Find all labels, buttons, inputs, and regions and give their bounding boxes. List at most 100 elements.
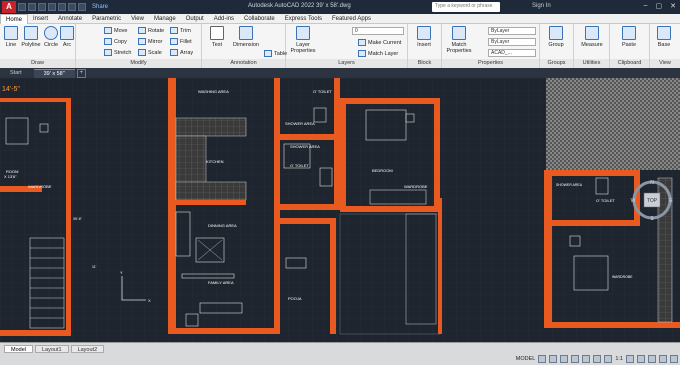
layer-dropdown[interactable]: 0 bbox=[352, 27, 404, 35]
label-wardrobe-3: WARDROBE bbox=[612, 275, 633, 279]
dimension-button[interactable]: Dimension bbox=[230, 26, 262, 48]
annotation-scale[interactable]: 1:1 bbox=[615, 356, 623, 362]
osnap-icon[interactable] bbox=[582, 354, 591, 363]
properties-panel-title[interactable]: Properties bbox=[442, 59, 539, 68]
redo-icon[interactable] bbox=[78, 3, 86, 11]
modify-panel-title[interactable]: Modify bbox=[76, 59, 201, 68]
autocad-logo-icon[interactable]: A bbox=[2, 1, 16, 13]
measure-button[interactable]: Measure bbox=[576, 26, 608, 48]
maximize-icon[interactable]: ▢ bbox=[656, 2, 663, 10]
tab-annotate[interactable]: Annotate bbox=[53, 14, 87, 24]
viewcube[interactable]: TOP N S E W bbox=[630, 178, 674, 222]
customize-icon[interactable] bbox=[670, 354, 678, 363]
stretch-label: Stretch bbox=[114, 49, 132, 56]
layers-panel-title[interactable]: Layers bbox=[286, 59, 407, 68]
viewcube-east: E bbox=[669, 198, 673, 204]
doc-tab-start[interactable]: Start bbox=[0, 69, 32, 78]
tab-parametric[interactable]: Parametric bbox=[87, 14, 126, 24]
groups-panel-title[interactable]: Groups bbox=[540, 59, 573, 68]
annotation-panel-title[interactable]: Annotation bbox=[202, 59, 285, 68]
label-shower-area-2: SHOWER AREA bbox=[290, 144, 320, 149]
tab-addins[interactable]: Add-ins bbox=[209, 14, 239, 24]
grid-icon[interactable] bbox=[538, 354, 547, 363]
annotation-visibility-icon[interactable] bbox=[604, 354, 613, 363]
view-panel-title[interactable]: View bbox=[650, 59, 680, 68]
share-button[interactable]: Share bbox=[92, 4, 108, 10]
array-button[interactable]: Array bbox=[170, 49, 193, 56]
save-icon[interactable] bbox=[38, 3, 46, 11]
gear-icon[interactable] bbox=[626, 354, 634, 363]
search-input[interactable]: Type a keyword or phrase bbox=[432, 2, 500, 12]
isolate-icon[interactable] bbox=[648, 354, 656, 363]
color-dropdown[interactable]: ByLayer bbox=[488, 27, 536, 35]
tab-output[interactable]: Output bbox=[181, 14, 209, 24]
model-space-toggle[interactable]: MODEL bbox=[516, 356, 536, 362]
drawing-canvas[interactable]: 14'-5" ROOM X 13'6" WARDROBE 39'-6" 11' … bbox=[0, 78, 680, 342]
fillet-button[interactable]: Fillet bbox=[170, 38, 192, 45]
plus-icon[interactable] bbox=[637, 354, 645, 363]
plot-icon[interactable] bbox=[58, 3, 66, 11]
label-pooja: POOJA bbox=[288, 296, 302, 301]
tab-insert[interactable]: Insert bbox=[28, 14, 53, 24]
draw-panel-title[interactable]: Draw bbox=[0, 59, 75, 68]
quick-access-toolbar bbox=[18, 3, 86, 11]
mirror-label: Mirror bbox=[148, 38, 163, 45]
utilities-panel-title[interactable]: Utilities bbox=[574, 59, 609, 68]
minimize-icon[interactable]: – bbox=[644, 2, 648, 10]
match-layer-button[interactable]: Match Layer bbox=[358, 50, 398, 57]
group-button[interactable]: Group bbox=[542, 26, 570, 48]
rotate-label: Rotate bbox=[148, 27, 165, 34]
open-icon[interactable] bbox=[28, 3, 36, 11]
groups-panel: Group Groups bbox=[540, 24, 574, 68]
tab-express-tools[interactable]: Express Tools bbox=[280, 14, 327, 24]
polyline-button[interactable]: Polyline bbox=[20, 26, 42, 48]
scale-label: Scale bbox=[148, 49, 162, 56]
mirror-button[interactable]: Mirror bbox=[138, 38, 162, 45]
block-panel-title[interactable]: Block bbox=[408, 59, 441, 68]
layout-tab-model[interactable]: Model bbox=[4, 345, 33, 353]
lineweight-dropdown[interactable]: ACAD_... bbox=[488, 49, 536, 57]
viewcube-north: N bbox=[650, 180, 654, 186]
text-button[interactable]: Text bbox=[206, 26, 228, 48]
snap-icon[interactable] bbox=[549, 354, 558, 363]
layout-tab-layout2[interactable]: Layout2 bbox=[70, 345, 105, 353]
fullscreen-icon[interactable] bbox=[659, 354, 667, 363]
ortho-icon[interactable] bbox=[560, 354, 569, 363]
tab-featured-apps[interactable]: Featured Apps bbox=[327, 14, 376, 24]
arc-button[interactable]: Arc bbox=[60, 26, 74, 48]
lineweight-icon[interactable] bbox=[593, 354, 602, 363]
label-kitchen: KITCHEN bbox=[206, 159, 224, 164]
move-button[interactable]: Move bbox=[104, 27, 127, 34]
match-properties-button[interactable]: Match Properties bbox=[444, 26, 474, 54]
tab-home[interactable]: Home bbox=[0, 13, 29, 24]
sign-in-button[interactable]: Sign In bbox=[532, 3, 551, 9]
window-title: Autodesk AutoCAD 2022 39' x 58'.dwg bbox=[248, 3, 351, 9]
insert-button[interactable]: Insert bbox=[410, 26, 438, 48]
base-button[interactable]: Base bbox=[650, 26, 678, 48]
clipboard-panel-title[interactable]: Clipboard bbox=[610, 59, 649, 68]
trim-button[interactable]: Trim bbox=[170, 27, 191, 34]
table-button[interactable]: Table bbox=[264, 50, 287, 57]
copy-button[interactable]: Copy bbox=[104, 38, 127, 45]
rotate-button[interactable]: Rotate bbox=[138, 27, 164, 34]
stretch-button[interactable]: Stretch bbox=[104, 49, 131, 56]
scale-button[interactable]: Scale bbox=[138, 49, 162, 56]
tab-manage[interactable]: Manage bbox=[149, 14, 181, 24]
make-current-button[interactable]: Make Current bbox=[358, 39, 401, 46]
doc-tab-drawing[interactable]: 39' x 58'' bbox=[33, 68, 75, 78]
linetype-dropdown[interactable]: ByLayer bbox=[488, 38, 536, 46]
close-icon[interactable]: ✕ bbox=[670, 2, 676, 10]
undo-icon[interactable] bbox=[68, 3, 76, 11]
tab-collaborate[interactable]: Collaborate bbox=[239, 14, 280, 24]
polar-icon[interactable] bbox=[571, 354, 580, 363]
tab-view[interactable]: View bbox=[126, 14, 149, 24]
new-icon[interactable] bbox=[18, 3, 26, 11]
viewcube-top-label: TOP bbox=[647, 198, 658, 204]
layout-tab-layout1[interactable]: Layout1 bbox=[34, 345, 69, 353]
new-tab-icon[interactable]: + bbox=[76, 68, 86, 78]
layer-properties-button[interactable]: Layer Properties bbox=[288, 26, 318, 54]
save-as-icon[interactable] bbox=[48, 3, 56, 11]
line-button[interactable]: Line bbox=[2, 26, 20, 48]
paste-button[interactable]: Paste bbox=[614, 26, 644, 48]
circle-button[interactable]: Circle bbox=[42, 26, 60, 48]
